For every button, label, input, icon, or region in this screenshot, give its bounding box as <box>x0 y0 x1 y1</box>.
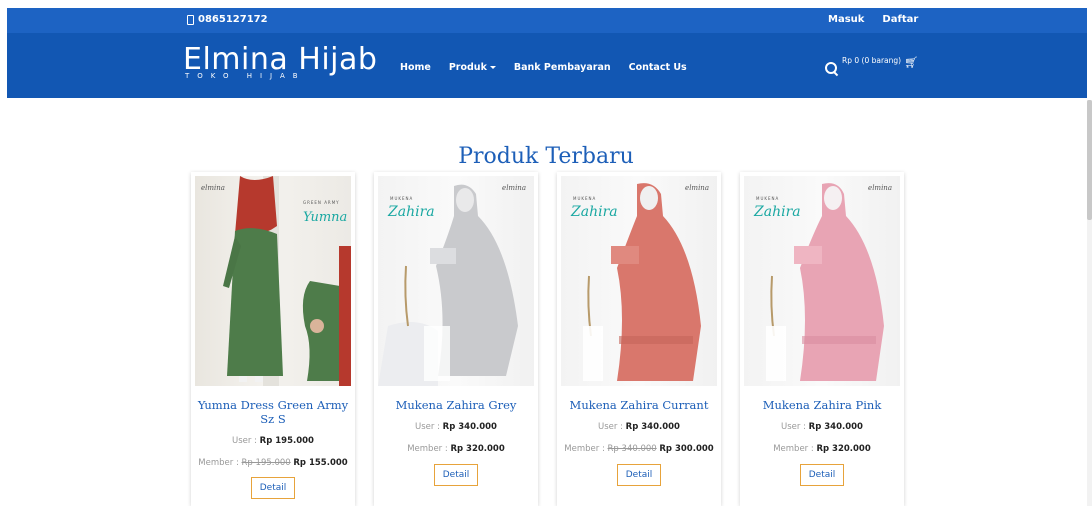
member-price: Rp 300.000 <box>659 444 714 454</box>
cart-icon[interactable]: 🛒︎ <box>904 56 918 69</box>
product-name[interactable]: Mukena Zahira Pink <box>744 398 900 412</box>
phone-number: 0865127172 <box>198 14 268 25</box>
phone-icon <box>187 14 194 25</box>
phone-contact: 0865127172 <box>187 14 268 25</box>
detail-button[interactable]: Detail <box>251 477 295 499</box>
product-image[interactable]: elmina MUKENA Zahira <box>744 176 900 386</box>
product-name[interactable]: Mukena Zahira Grey <box>378 398 534 412</box>
watermark-brand: elmina <box>201 184 225 192</box>
detail-button[interactable]: Detail <box>800 464 844 486</box>
member-price-line: Member : Rp 320.000 <box>740 444 904 454</box>
detail-button[interactable]: Detail <box>617 464 661 486</box>
chevron-down-icon <box>489 66 496 69</box>
watermark-title: Zahira <box>388 204 435 220</box>
watermark-subtitle: MUKENA <box>390 196 414 201</box>
user-price-label: User : <box>598 422 623 432</box>
register-link[interactable]: Daftar <box>882 14 918 25</box>
product-name[interactable]: Yumna Dress Green Army Sz S <box>195 398 351 426</box>
watermark-subtitle: MUKENA <box>573 196 597 201</box>
watermark-subtitle: MUKENA <box>756 196 780 201</box>
detail-button[interactable]: Detail <box>434 464 478 486</box>
page: 0865127172 Masuk Daftar Elmina Hijab TOK… <box>0 0 1092 506</box>
member-price-label: Member : <box>773 444 814 454</box>
watermark-brand: elmina <box>868 184 892 192</box>
user-price-label: User : <box>415 422 440 432</box>
nav-bank[interactable]: Bank Pembayaran <box>514 62 611 73</box>
product-card: elmina MUKENA Zahira Mukena Zahira Pink … <box>740 172 904 506</box>
watermark-title: Zahira <box>754 204 801 220</box>
product-card: elmina MUKENA Zahira Mukena Zahira Grey … <box>374 172 538 506</box>
nav-menu: Home Produk Bank Pembayaran Contact Us <box>400 62 687 73</box>
nav-contact[interactable]: Contact Us <box>629 62 687 73</box>
product-image[interactable]: elmina MUKENA Zahira <box>561 176 717 386</box>
member-price-label: Member : <box>564 444 605 454</box>
member-price: Rp 155.000 <box>293 458 348 468</box>
user-price: Rp 340.000 <box>808 422 863 432</box>
user-price-line: User : Rp 340.000 <box>740 422 904 432</box>
product-card: elmina GREEN ARMY Yumna Yumna Dress Gree… <box>191 172 355 506</box>
watermark-title: Yumna <box>303 210 348 225</box>
login-link[interactable]: Masuk <box>828 14 864 25</box>
top-bar: 0865127172 Masuk Daftar <box>7 8 1087 33</box>
member-price-label: Member : <box>198 458 239 468</box>
product-name[interactable]: Mukena Zahira Currant <box>561 398 717 412</box>
cart-summary[interactable]: Rp 0 (0 barang) <box>842 56 901 65</box>
main-navbar: Elmina Hijab TOKO HIJAB Home Produk Bank… <box>7 33 1087 98</box>
cart-area: Rp 0 (0 barang) 🛒︎ <box>825 55 918 76</box>
section-title: Produk Terbaru <box>458 144 634 169</box>
member-price: Rp 320.000 <box>816 444 871 454</box>
user-price: Rp 340.000 <box>625 422 680 432</box>
user-price: Rp 340.000 <box>442 422 497 432</box>
brand-logo[interactable]: Elmina Hijab TOKO HIJAB <box>183 42 377 80</box>
member-old-price: Rp 195.000 <box>241 458 291 468</box>
watermark-brand: elmina <box>502 184 526 192</box>
product-image[interactable]: elmina MUKENA Zahira <box>378 176 534 386</box>
dress-illustration <box>223 176 351 386</box>
user-price-line: User : Rp 340.000 <box>557 422 721 432</box>
user-price-line: User : Rp 195.000 <box>191 436 355 446</box>
member-price-line: Member : Rp 195.000 Rp 155.000 <box>191 458 355 468</box>
member-old-price: Rp 340.000 <box>607 444 657 454</box>
watermark-title: Zahira <box>571 204 618 220</box>
watermark-subtitle: GREEN ARMY <box>303 200 340 205</box>
user-price-label: User : <box>781 422 806 432</box>
nav-products-label: Produk <box>448 62 487 73</box>
search-icon[interactable] <box>825 62 839 76</box>
member-price-line: Member : Rp 340.000 Rp 300.000 <box>557 444 721 454</box>
nav-home[interactable]: Home <box>400 62 431 73</box>
member-price: Rp 320.000 <box>450 444 505 454</box>
user-price-label: User : <box>232 436 257 446</box>
auth-links: Masuk Daftar <box>828 14 918 25</box>
user-price-line: User : Rp 340.000 <box>374 422 538 432</box>
watermark-brand: elmina <box>685 184 709 192</box>
member-price-label: Member : <box>407 444 448 454</box>
product-card: elmina MUKENA Zahira Mukena Zahira Curra… <box>557 172 721 506</box>
nav-products[interactable]: Produk <box>449 62 496 73</box>
member-price-line: Member : Rp 320.000 <box>374 444 538 454</box>
product-image[interactable]: elmina GREEN ARMY Yumna <box>195 176 351 386</box>
user-price: Rp 195.000 <box>259 436 314 446</box>
